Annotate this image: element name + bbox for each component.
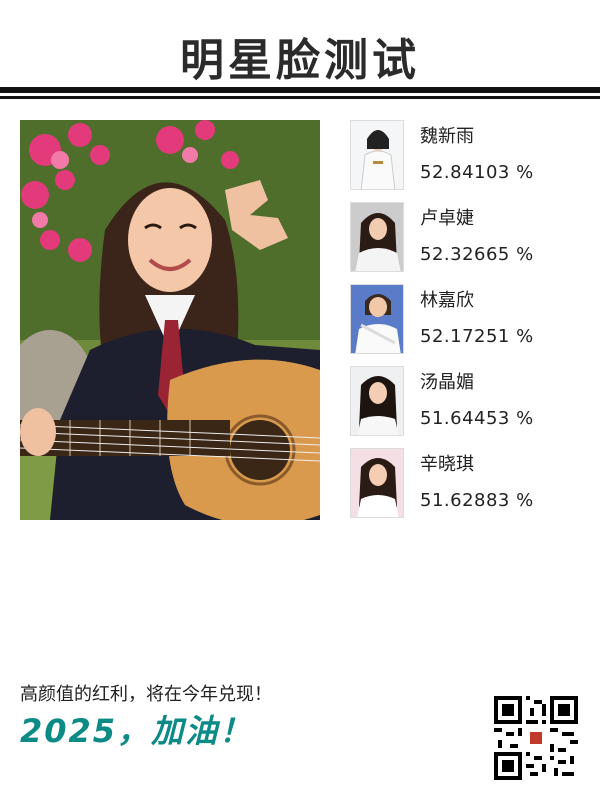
header-divider-thick [0,87,600,93]
result-item: 魏新雨 52.84103 % [350,120,580,202]
similarity-score: 51.64453 % [420,408,534,429]
result-item: 林嘉欣 52.17251 % [350,284,580,366]
footer-tagline: 高颜值的红利，将在今年兑现！ [20,684,272,705]
celebrity-thumbnail [350,202,404,272]
qr-code-icon[interactable] [494,696,578,780]
celebrity-thumbnail [350,120,404,190]
celebrity-name: 卢卓婕 [420,208,474,229]
similarity-score: 52.32665 % [420,244,534,265]
celebrity-thumbnail [350,284,404,354]
celebrity-name: 魏新雨 [420,126,474,147]
similarity-score: 52.84103 % [420,162,534,183]
footer-slogan: 2025，加油！ [20,712,254,750]
celebrity-name: 辛晓琪 [420,454,474,475]
page-title: 明星脸测试 [180,35,420,86]
header-divider-thin [0,96,600,99]
result-item: 辛晓琪 51.62883 % [350,448,580,530]
celebrity-thumbnail [350,448,404,518]
celebrity-thumbnail [350,366,404,436]
similarity-score: 51.62883 % [420,490,534,511]
similarity-score: 52.17251 % [420,326,534,347]
uploaded-photo [20,120,320,520]
result-item: 卢卓婕 52.32665 % [350,202,580,284]
celebrity-name: 林嘉欣 [420,290,474,311]
result-item: 汤晶媚 51.64453 % [350,366,580,448]
celebrity-name: 汤晶媚 [420,372,474,393]
results-list: 魏新雨 52.84103 % 卢卓婕 52.32665 % 林嘉欣 52.172… [350,120,580,530]
